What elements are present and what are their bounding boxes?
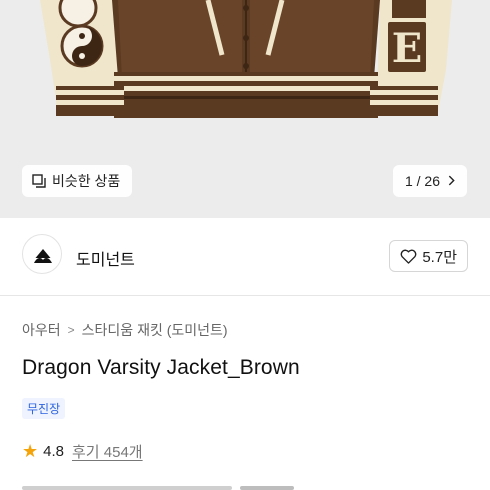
rating-score: 4.8	[43, 443, 64, 460]
bottom-placeholder-bar	[22, 486, 232, 490]
product-image-carousel[interactable]: E 비슷한 상품 1 / 26	[0, 0, 490, 218]
like-button[interactable]: 5.7만	[389, 240, 468, 272]
similar-products-label: 비슷한 상품	[52, 173, 121, 189]
brand-name[interactable]: 도미넌트	[76, 246, 135, 270]
star-icon: ★	[22, 441, 39, 461]
bottom-placeholder-chip	[240, 486, 294, 490]
image-counter-button[interactable]: 1 / 26	[392, 165, 467, 197]
brand-logo[interactable]	[22, 234, 62, 274]
similar-products-button[interactable]: 비슷한 상품	[22, 165, 133, 197]
product-badge: 무진장	[22, 398, 66, 419]
chevron-right-icon	[448, 174, 455, 189]
reviews-link[interactable]: 후기 454개	[72, 441, 143, 462]
breadcrumb-subcategory[interactable]: 스타디움 재킷 (도미넌트)	[82, 320, 228, 340]
svg-text:E: E	[392, 25, 423, 72]
similar-products-icon	[32, 174, 46, 188]
image-counter: 1 / 26	[404, 173, 440, 189]
rating: ★ 4.8 후기 454개	[22, 441, 143, 462]
like-count: 5.7만	[422, 248, 457, 266]
breadcrumb-category[interactable]: 아우터	[22, 320, 61, 340]
breadcrumb: 아우터 > 스타디움 재킷 (도미넌트)	[22, 320, 228, 340]
breadcrumb-separator-icon: >	[67, 323, 75, 337]
product-title: Dragon Varsity Jacket_Brown	[22, 356, 300, 379]
heart-icon	[400, 249, 417, 264]
brand-row: 도미넌트 5.7만	[0, 218, 490, 296]
